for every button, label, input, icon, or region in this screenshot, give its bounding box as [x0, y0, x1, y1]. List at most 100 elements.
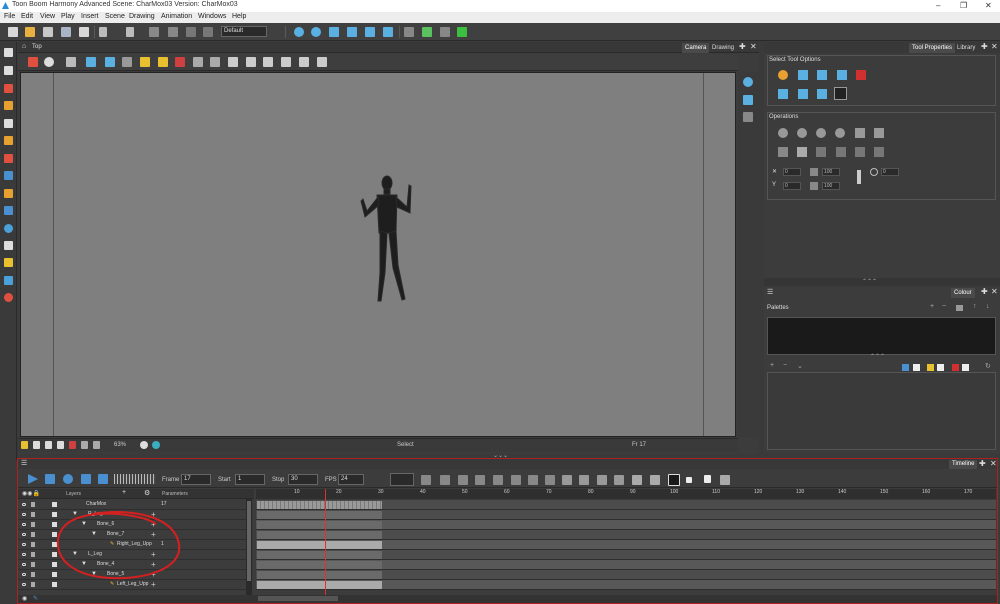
layers-scrollbar[interactable] [246, 499, 252, 595]
menu-windows[interactable]: Windows [198, 13, 226, 20]
clear-exposure-icon[interactable] [579, 475, 589, 485]
sound-scrub-icon[interactable] [98, 474, 108, 484]
align-bottom-icon[interactable] [317, 57, 327, 67]
eye-icon[interactable] [22, 513, 26, 516]
exposure-block[interactable] [257, 551, 382, 559]
lock-icon[interactable] [31, 502, 35, 507]
layer-row[interactable]: CharMox 17 [18, 500, 246, 510]
remove-swatch-icon[interactable]: − [783, 362, 787, 369]
expand-all-icon[interactable] [668, 474, 680, 486]
pen-icon[interactable] [193, 57, 203, 67]
frame-row[interactable] [256, 500, 996, 510]
menu-view[interactable]: View [40, 13, 55, 20]
align-top-icon[interactable] [281, 57, 291, 67]
close-button[interactable]: ✕ [985, 1, 992, 10]
width-field[interactable]: 100 [822, 168, 840, 176]
line-icon[interactable] [210, 57, 220, 67]
hand-tool-icon[interactable] [4, 241, 13, 250]
align-left-icon[interactable] [228, 57, 238, 67]
brush-colour-icon[interactable] [902, 364, 909, 371]
select-fills-icon[interactable] [817, 89, 827, 99]
add-palette-icon[interactable]: + [930, 303, 934, 310]
tab-tool-properties[interactable]: Tool Properties [909, 43, 956, 53]
camera-view-icon[interactable] [743, 77, 753, 87]
minimize-button[interactable]: – [936, 1, 940, 10]
contour-editor-icon[interactable] [4, 66, 13, 75]
bottom-pen-icon[interactable]: ✎ [33, 595, 38, 602]
stop-motion-icon[interactable] [511, 475, 521, 485]
frame-row[interactable] [256, 560, 996, 570]
frame-row[interactable] [256, 540, 996, 550]
lock-icon[interactable] [31, 582, 35, 587]
timeline-scrollbar[interactable] [258, 596, 338, 601]
import-icon[interactable] [79, 27, 89, 37]
select-by-colour-icon[interactable] [778, 89, 788, 99]
enable-all-icon[interactable]: ◉◉🔒 [22, 490, 40, 497]
swatch-options-icon[interactable]: ⌄ [797, 362, 803, 370]
add-view-icon[interactable]: ✚ [981, 42, 988, 51]
frame-row[interactable] [256, 510, 996, 520]
menu-insert[interactable]: Insert [81, 13, 99, 20]
layer-colour-swatch[interactable] [52, 502, 57, 507]
permanent-selection-icon[interactable] [856, 70, 866, 80]
optimize-icon[interactable] [874, 128, 884, 138]
delete-icon[interactable] [203, 27, 213, 37]
pane-splitter[interactable] [764, 278, 1000, 286]
zoom-tool-icon[interactable] [4, 258, 13, 267]
collapse-arrows-icon[interactable]: ⌃⌃⌃ [862, 278, 877, 285]
extend-exposure-icon[interactable] [562, 475, 572, 485]
pivot-icon[interactable] [329, 27, 339, 37]
lock-icon[interactable] [31, 542, 35, 547]
align-right-icon[interactable] [263, 57, 273, 67]
transform-icon[interactable] [365, 27, 375, 37]
scroll-thumb[interactable] [247, 501, 251, 581]
loop-icon[interactable] [63, 474, 73, 484]
flip-horizontal-icon[interactable] [778, 128, 788, 138]
menu-play[interactable]: Play [61, 13, 75, 20]
redo-icon[interactable] [126, 27, 134, 37]
sync-icon[interactable] [597, 475, 607, 485]
eye-icon[interactable] [22, 563, 26, 566]
menu-edit[interactable]: Edit [21, 13, 33, 20]
line-tool-icon[interactable] [4, 171, 13, 180]
fps-field[interactable]: 24 [338, 474, 364, 485]
angle-field[interactable]: 0 [881, 168, 899, 176]
exposure-block[interactable] [257, 581, 382, 589]
maximize-button[interactable]: ❐ [960, 1, 967, 10]
add-layer-icon[interactable]: + [122, 489, 126, 496]
eye-icon[interactable] [22, 523, 26, 526]
colour-icon[interactable] [152, 441, 160, 449]
add-swatch-icon[interactable]: + [770, 362, 774, 369]
merge-icon[interactable] [874, 147, 884, 157]
start-field[interactable]: 1 [235, 474, 265, 485]
play-icon[interactable] [28, 474, 38, 484]
rotate-tool-icon[interactable] [4, 224, 13, 233]
convert-icon[interactable] [855, 147, 865, 157]
align-middle-icon[interactable] [299, 57, 309, 67]
menu-animation[interactable]: Animation [161, 13, 192, 20]
colour-menu-icon[interactable]: ☰ [767, 288, 773, 296]
light-icon[interactable] [21, 441, 28, 449]
straighten-icon[interactable] [836, 147, 846, 157]
lock-icon[interactable] [31, 552, 35, 557]
add-peg-icon[interactable] [440, 475, 450, 485]
motion-icon[interactable] [528, 475, 538, 485]
collapse-all-icon[interactable] [686, 477, 692, 483]
playhead[interactable] [325, 489, 326, 595]
close-view-icon[interactable]: ✕ [991, 287, 998, 296]
paint-colour-icon[interactable] [952, 364, 959, 371]
frame-row[interactable] [256, 520, 996, 530]
lock-icon[interactable] [140, 57, 150, 67]
select-tool-icon[interactable] [4, 48, 13, 57]
show-graph-icon[interactable] [650, 475, 660, 485]
collapse-arrows-icon[interactable]: ⌃⌃⌃ [870, 353, 885, 360]
character-drawing[interactable] [351, 173, 431, 313]
select-strokes-icon[interactable] [798, 89, 808, 99]
playback-speed-slider[interactable] [114, 474, 156, 484]
peg-icon[interactable] [404, 27, 414, 37]
exposure-block[interactable] [257, 561, 382, 569]
lock-ratio-icon[interactable] [857, 170, 861, 184]
down-icon[interactable]: ↓ [986, 303, 990, 310]
save-as-icon[interactable] [61, 27, 71, 37]
eye-icon[interactable] [22, 543, 26, 546]
